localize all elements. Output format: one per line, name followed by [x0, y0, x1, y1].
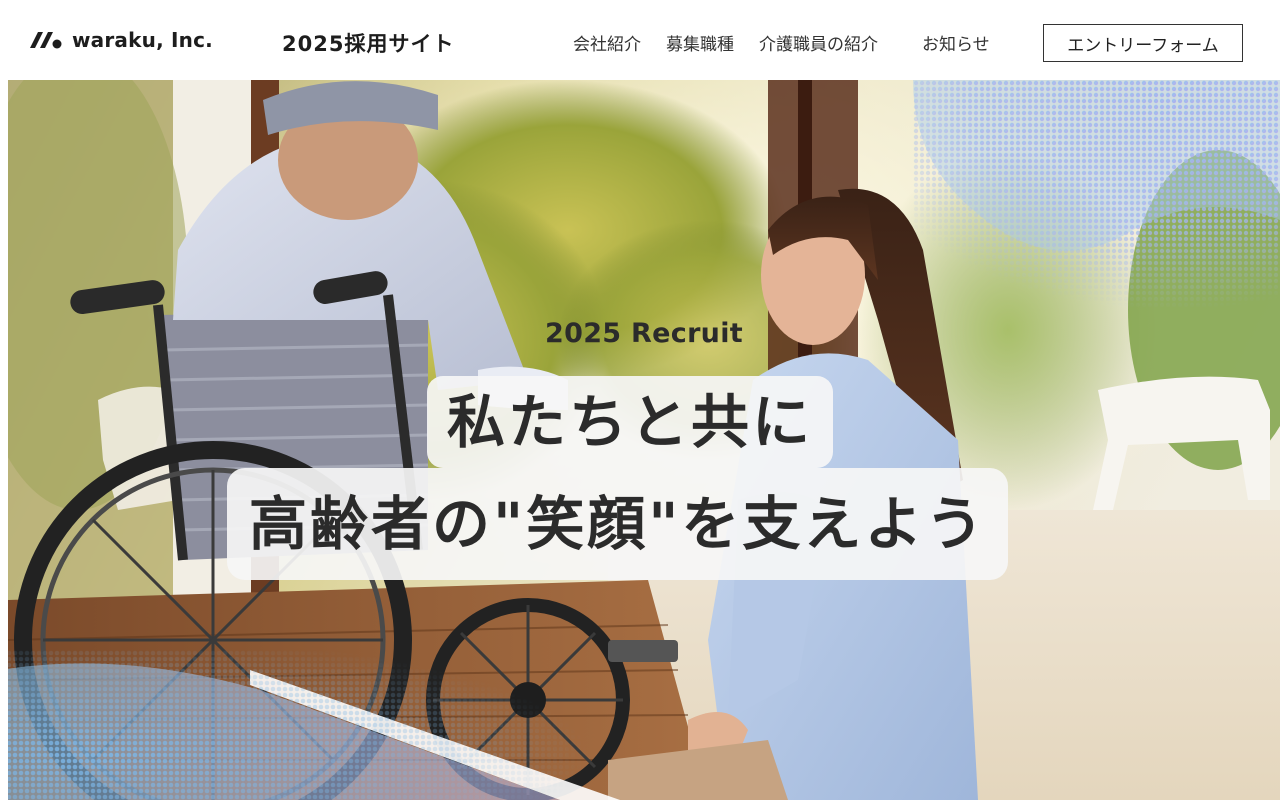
hero-subtitle: 2025 Recruit — [545, 318, 743, 349]
entry-form-button[interactable]: エントリーフォーム — [1043, 24, 1243, 62]
nav-link-company[interactable]: 会社紹介 — [573, 30, 641, 55]
nav-link-staff-intro[interactable]: 介護職員の紹介 — [759, 30, 878, 55]
main-nav: 会社紹介 募集職種 介護職員の紹介 お知らせ — [573, 30, 990, 55]
site-title: 2025採用サイト — [282, 32, 455, 56]
hero-headline-line1: 私たちと共に — [427, 376, 834, 468]
nav-link-news[interactable]: お知らせ — [922, 30, 990, 55]
nav-link-jobs[interactable]: 募集職種 — [666, 30, 734, 55]
hero-section: 2025 Recruit 私たちと共に 高齢者の"笑顔"を支えよう — [8, 80, 1280, 800]
company-name: waraku, Inc. — [72, 28, 213, 52]
company-logo-icon — [30, 32, 62, 49]
site-header: waraku, Inc. 2025採用サイト 会社紹介 募集職種 介護職員の紹介… — [0, 0, 1280, 80]
company-logo-link[interactable]: waraku, Inc. — [28, 28, 213, 52]
halftone-decoration-top — [913, 80, 1280, 310]
halftone-decoration-bottom — [8, 650, 620, 800]
hero-headline-line2: 高齢者の"笑顔"を支えよう — [227, 468, 1009, 580]
